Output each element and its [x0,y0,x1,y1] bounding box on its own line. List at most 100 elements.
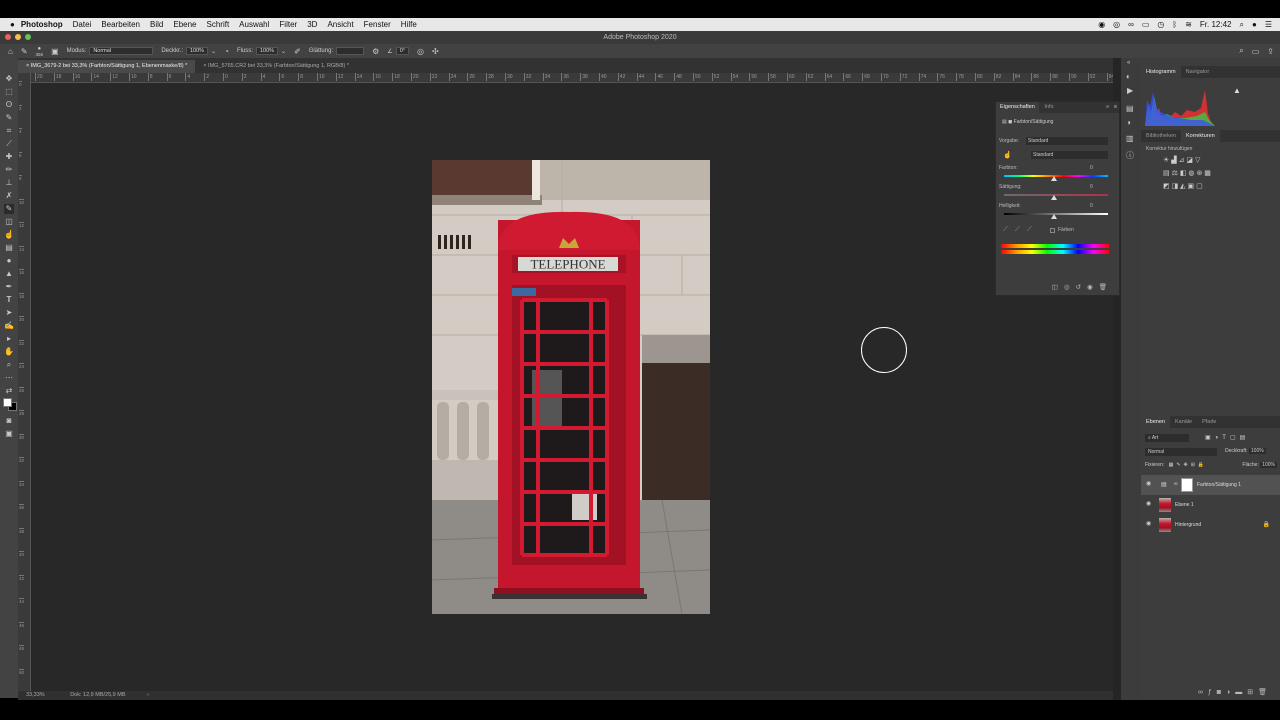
opacity-input[interactable]: 100% [185,47,209,55]
tab-channels[interactable]: Kanäle [1170,416,1197,428]
photo-filter-icon[interactable]: ◍ [1188,170,1194,177]
blend-mode-select[interactable]: Normal [1145,448,1217,456]
menu-list-icon[interactable]: ☰ [1265,20,1272,29]
fx-icon[interactable]: ƒ [1208,689,1217,696]
menu-hilfe[interactable]: Hilfe [401,20,417,29]
bluetooth-icon[interactable]: ᛒ [1172,20,1177,29]
levels-icon[interactable]: ▟ [1171,157,1176,164]
home-icon[interactable]: ⌂ [8,47,13,56]
info-icon[interactable]: ⓘ [1126,150,1134,161]
lightness-slider-thumb[interactable] [1051,214,1057,219]
pen-tool-icon[interactable]: ✒ [4,282,14,292]
layer-hue-saturation[interactable]: ◉ ▤ ∞ Farbton/Sättigung 1 [1141,475,1280,495]
eye-status-icon[interactable]: ◎ [1113,20,1120,29]
zoom-level[interactable]: 33,33% [26,692,45,698]
delete-layer-icon[interactable]: 🗑 [1258,689,1272,696]
brush-tool-preset-icon[interactable]: ✎ [21,47,28,56]
delete-icon[interactable]: 🗑 [1099,284,1113,291]
tab-document-1[interactable]: × IMG_3679-2 bei 33,3% (Farbton/Sättigun… [18,60,196,73]
menu-bearbeiten[interactable]: Bearbeiten [101,20,140,29]
lock-position-icon[interactable]: ✥ [1184,462,1191,468]
panel-menu-icon[interactable]: ≡ [1114,102,1117,113]
user-icon[interactable]: ● [1252,20,1257,29]
properties-panel-icon[interactable]: ▤ [1126,104,1134,113]
saturation-slider-thumb[interactable] [1051,195,1057,200]
preset-select[interactable]: Standard [1026,137,1108,145]
eyedropper-plus-icon[interactable]: ⟋ [1015,226,1027,233]
marquee-tool-icon[interactable]: ⬚ [4,87,14,97]
chevron-right-icon[interactable]: › [147,692,149,698]
reset-icon[interactable]: ↺ [1076,284,1087,291]
curves-icon[interactable]: ⊿ [1179,157,1185,164]
tab-histogram[interactable]: Histogramm [1141,66,1181,78]
layer-opacity-value[interactable]: 100% [1248,448,1266,454]
collapse-chevron-icon[interactable]: « [1127,60,1130,66]
visibility-icon[interactable]: ◉ [1087,284,1099,291]
lasso-tool-icon[interactable]: ʘ [4,100,14,110]
brightness-icon[interactable]: ☀ [1163,157,1169,164]
hand-tool-icon[interactable]: ✋ [4,347,14,357]
menu-fenster[interactable]: Fenster [364,20,391,29]
threshold-icon[interactable]: ◭ [1180,183,1185,190]
view-previous-icon[interactable]: ◎ [1064,284,1076,291]
lightness-value[interactable]: 0 [1090,203,1093,209]
quick-mask-icon[interactable]: ◙ [4,416,14,426]
new-layer-icon[interactable]: ⊞ [1247,689,1258,696]
layer-ebene-1[interactable]: ◉ Ebene 1 [1141,495,1280,515]
screen-mode-icon[interactable]: ▣ [4,429,14,439]
tab-document-2[interactable]: × IMG_5765.CR2 bei 33,3% (Farbton/Sättig… [195,60,357,73]
fill-value[interactable]: 100% [1260,462,1277,468]
menu-filter[interactable]: Filter [279,20,297,29]
warning-icon[interactable]: ▲ [1233,86,1241,95]
layer-filter[interactable]: ⌕ Art [1145,434,1189,442]
brush-panel-icon[interactable]: ▣ [51,47,59,56]
shape-tool-icon[interactable]: ▸ [4,334,14,344]
visibility-eye-icon[interactable]: ◉ [1146,501,1153,507]
display-icon[interactable]: ▭ [1142,20,1150,29]
libraries-icon[interactable]: ▥ [1126,134,1134,143]
invert-icon[interactable]: ◩ [1163,183,1170,190]
layer-name[interactable]: Hintergrund [1175,522,1201,528]
workspace-icon[interactable]: ▭ [1252,47,1260,56]
colorize-checkbox[interactable] [1050,228,1055,233]
zoom-window-button[interactable] [25,34,31,40]
symmetry-icon[interactable]: ✣ [432,47,439,56]
tab-info[interactable]: Info [1040,104,1057,110]
new-adjustment-icon[interactable]: ◑ [1226,689,1235,696]
menu-bild[interactable]: Bild [150,20,163,29]
share-icon[interactable]: ⇪ [1267,47,1274,56]
layer-background[interactable]: ◉ Hintergrund 🔒 [1141,515,1280,535]
smoothing-input[interactable] [336,47,365,55]
menu-ansicht[interactable]: Ansicht [327,20,353,29]
bw-icon[interactable]: ◧ [1180,170,1187,177]
hue-slider-thumb[interactable] [1051,176,1057,181]
link-icon[interactable]: ∞ [1174,481,1178,487]
more-tools-icon[interactable]: ⋯ [4,373,14,383]
history-brush-tool-icon[interactable]: ✗ [4,191,14,201]
tab-corrections[interactable]: Korrekturen [1180,130,1220,142]
quick-select-tool-icon[interactable]: ✎ [4,113,14,123]
canvas-area[interactable]: TELEPHONE [31,83,1113,691]
play-actions-icon[interactable]: ▶ [1127,86,1133,95]
menu-auswahl[interactable]: Auswahl [239,20,269,29]
lock-all-icon[interactable]: 🔒 [1198,462,1207,468]
pen-tool-2-icon[interactable]: ✍ [4,321,14,331]
apple-icon[interactable]: ● [10,20,15,29]
gradient-map-icon[interactable]: ▣ [1188,183,1195,190]
channel-select[interactable]: Standard [1031,151,1108,159]
color-panel-icon[interactable]: ◐ [1126,72,1131,81]
minimize-window-button[interactable] [15,34,21,40]
layer-name[interactable]: Ebene 1 [1175,502,1194,508]
hue-sat-icon[interactable]: ▤ [1163,170,1170,177]
crop-tool-icon[interactable]: ⌗ [4,126,14,136]
menu-photoshop[interactable]: Photoshop [21,20,63,29]
zoom-tool-icon[interactable]: ⌕ [4,360,14,370]
healing-tool-icon[interactable]: ✚ [4,152,14,162]
search-icon[interactable]: ⌕ [1239,46,1243,56]
lock-pixels-icon[interactable]: ✎ [1176,462,1183,468]
chevron-down-icon[interactable]: ⌄ [211,48,216,55]
horizontal-ruler[interactable]: 20 18 16 14 12 10 8 6 4 2 0 2 4 6 8 10 12 14 16 18 20 22 24 26 2… [31,73,1113,83]
saturation-value[interactable]: 0 [1090,184,1093,190]
tab-layers[interactable]: Ebenen [1141,416,1170,428]
brush-tool-icon[interactable]: ✏ [4,165,14,175]
